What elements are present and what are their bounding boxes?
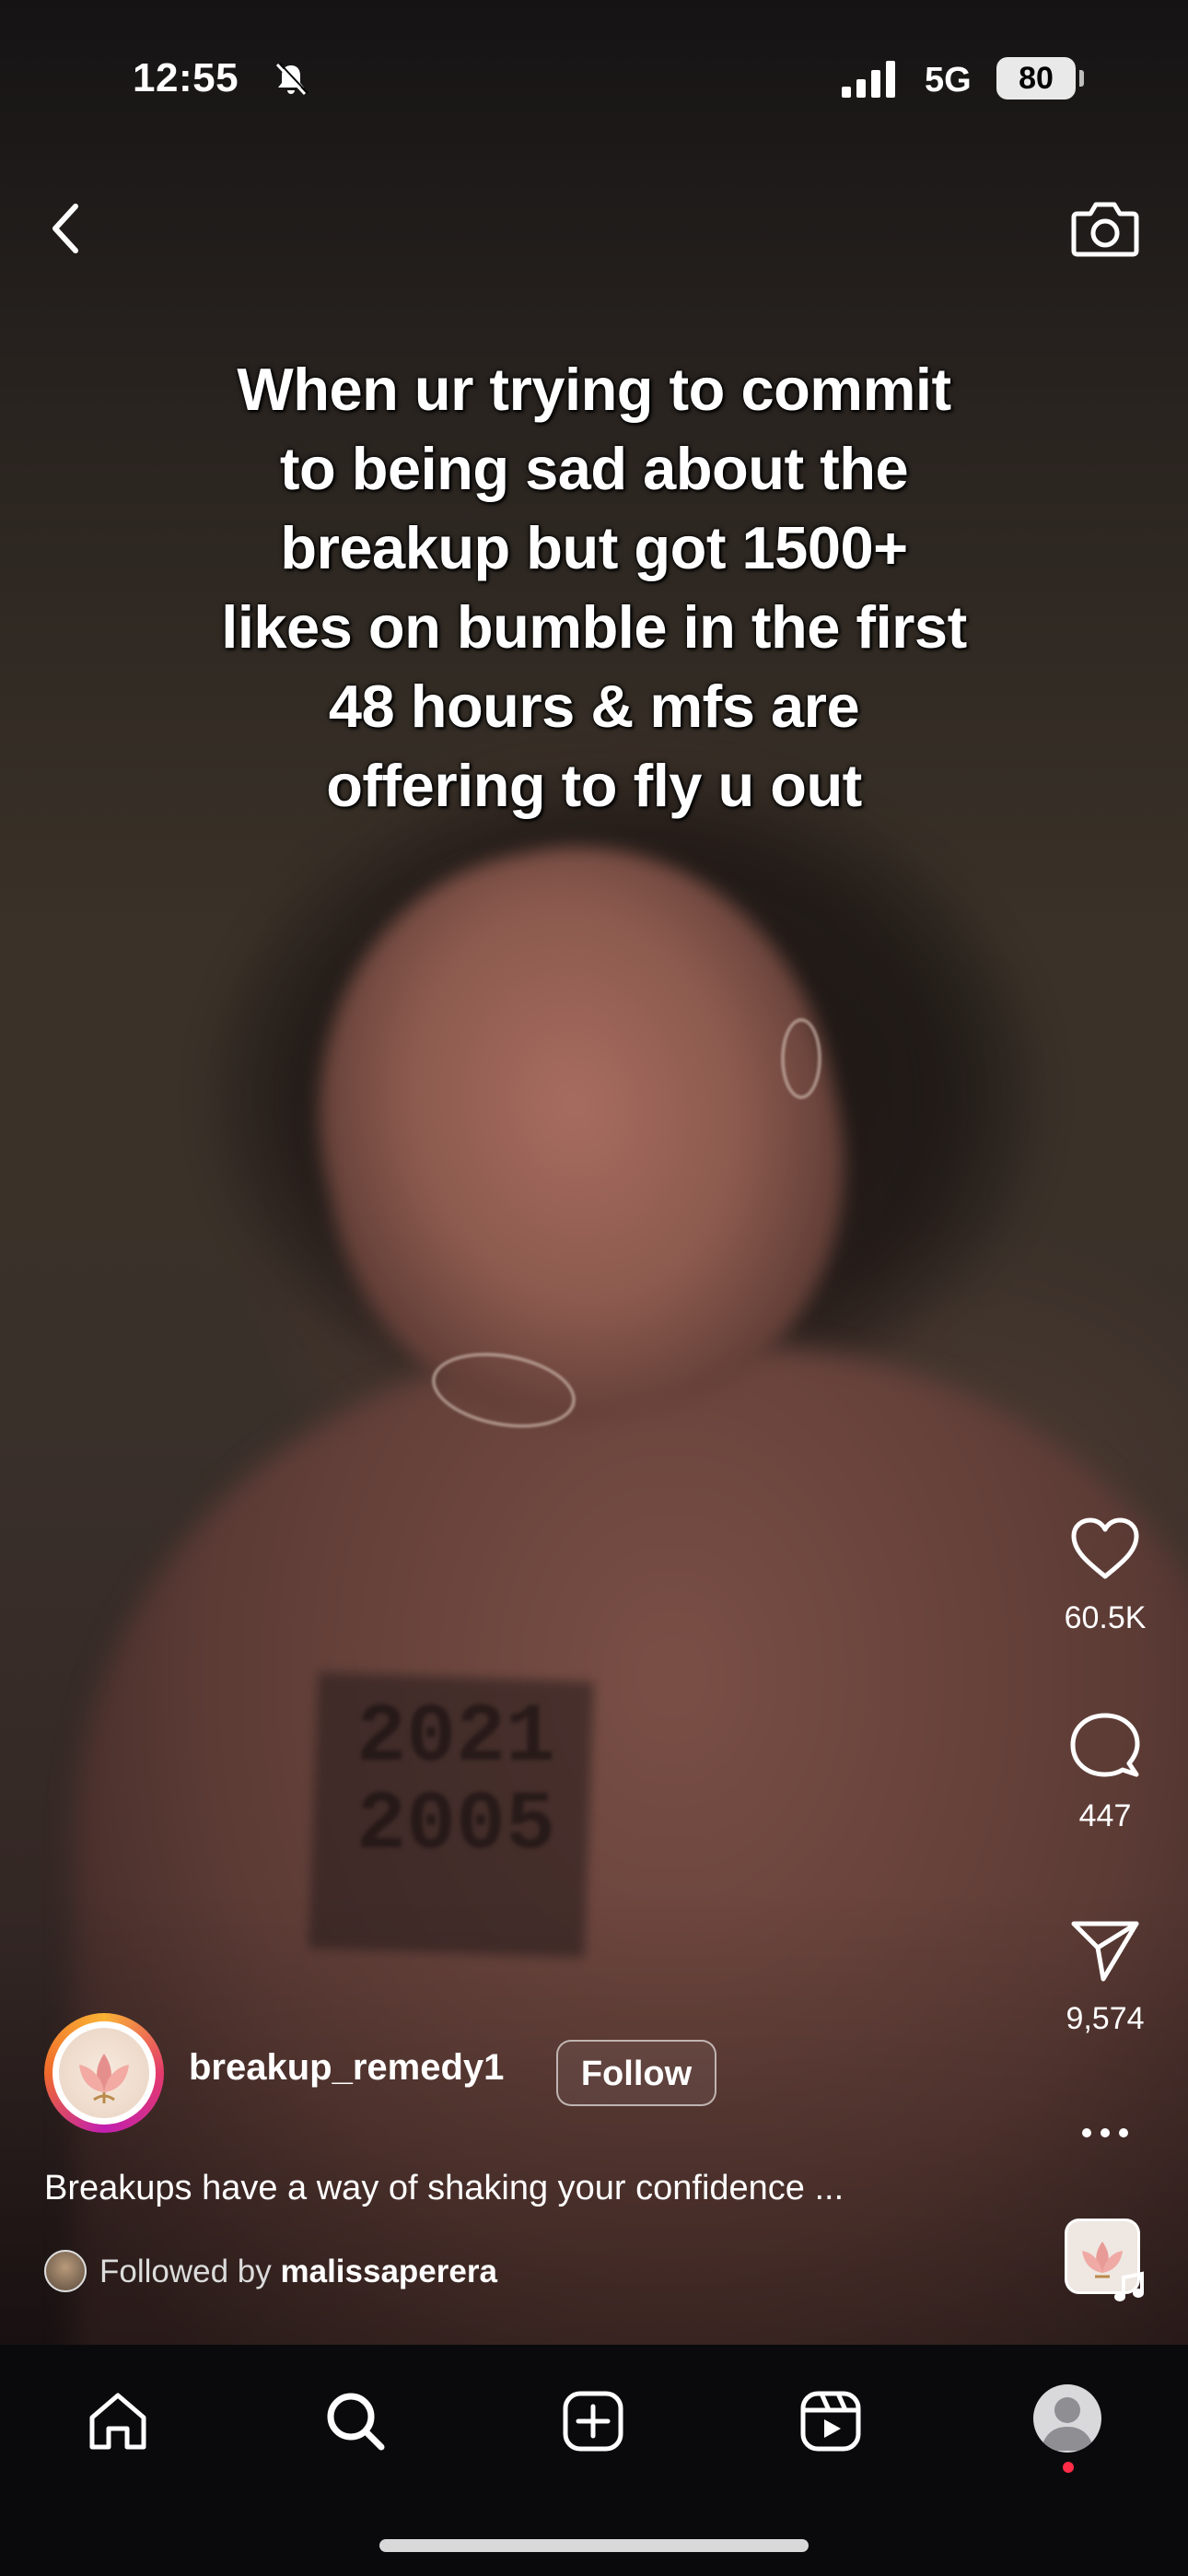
more-options-icon[interactable] bbox=[1076, 2119, 1135, 2147]
share-count: 9,574 bbox=[1066, 2001, 1145, 2036]
author-avatar[interactable] bbox=[59, 2028, 149, 2118]
search-icon[interactable] bbox=[319, 2384, 392, 2458]
nav-home[interactable] bbox=[81, 2384, 155, 2458]
like-count: 60.5K bbox=[1064, 1600, 1147, 1635]
follower-avatar bbox=[44, 2250, 87, 2292]
chevron-left-icon[interactable] bbox=[41, 195, 92, 262]
bell-muted-icon bbox=[275, 63, 309, 96]
nav-create[interactable] bbox=[556, 2384, 630, 2458]
network-type: 5G bbox=[925, 61, 972, 100]
home-indicator[interactable] bbox=[379, 2539, 809, 2552]
nav-search[interactable] bbox=[319, 2384, 392, 2458]
camera-icon[interactable] bbox=[1068, 195, 1142, 262]
share-paper-plane-icon[interactable] bbox=[1068, 1918, 1142, 1983]
lotus-logo-icon bbox=[79, 2054, 129, 2103]
notification-dot bbox=[1063, 2462, 1074, 2473]
comment-icon[interactable] bbox=[1068, 1712, 1142, 1780]
followed-by-prefix: Followed by bbox=[99, 2254, 272, 2289]
shirt-print-text: 2021 2005 bbox=[355, 1692, 556, 1873]
reel-overlay-text: When ur trying to commit to being sad ab… bbox=[221, 356, 967, 819]
profile-avatar[interactable] bbox=[1033, 2384, 1101, 2453]
cellular-signal-icon bbox=[842, 61, 895, 98]
reels-icon[interactable] bbox=[794, 2384, 868, 2458]
follow-button[interactable]: Follow bbox=[556, 2040, 716, 2106]
like-action[interactable]: 60.5K bbox=[1050, 1516, 1160, 1636]
author-username[interactable]: breakup_remedy1 bbox=[189, 2047, 504, 2089]
followed-by-user[interactable]: malissaperera bbox=[281, 2254, 497, 2289]
home-icon[interactable] bbox=[81, 2384, 155, 2458]
default-profile-icon bbox=[1041, 2397, 1094, 2451]
heart-icon[interactable] bbox=[1068, 1516, 1142, 1582]
create-icon[interactable] bbox=[556, 2384, 630, 2458]
video-earring bbox=[781, 1018, 821, 1099]
battery-indicator: 80 bbox=[996, 57, 1076, 100]
comment-count: 447 bbox=[1078, 1798, 1132, 1833]
music-note-icon bbox=[1114, 2271, 1144, 2301]
followed-by-text[interactable]: Followed by malissaperera bbox=[99, 2254, 497, 2290]
share-action[interactable]: 9,574 bbox=[1050, 1918, 1160, 2037]
status-time: 12:55 bbox=[133, 55, 239, 100]
nav-reels[interactable] bbox=[794, 2384, 868, 2458]
comment-action[interactable]: 447 bbox=[1050, 1712, 1160, 1834]
post-caption[interactable]: Breakups have a way of shaking your conf… bbox=[44, 2169, 844, 2208]
battery-tip bbox=[1079, 70, 1084, 87]
